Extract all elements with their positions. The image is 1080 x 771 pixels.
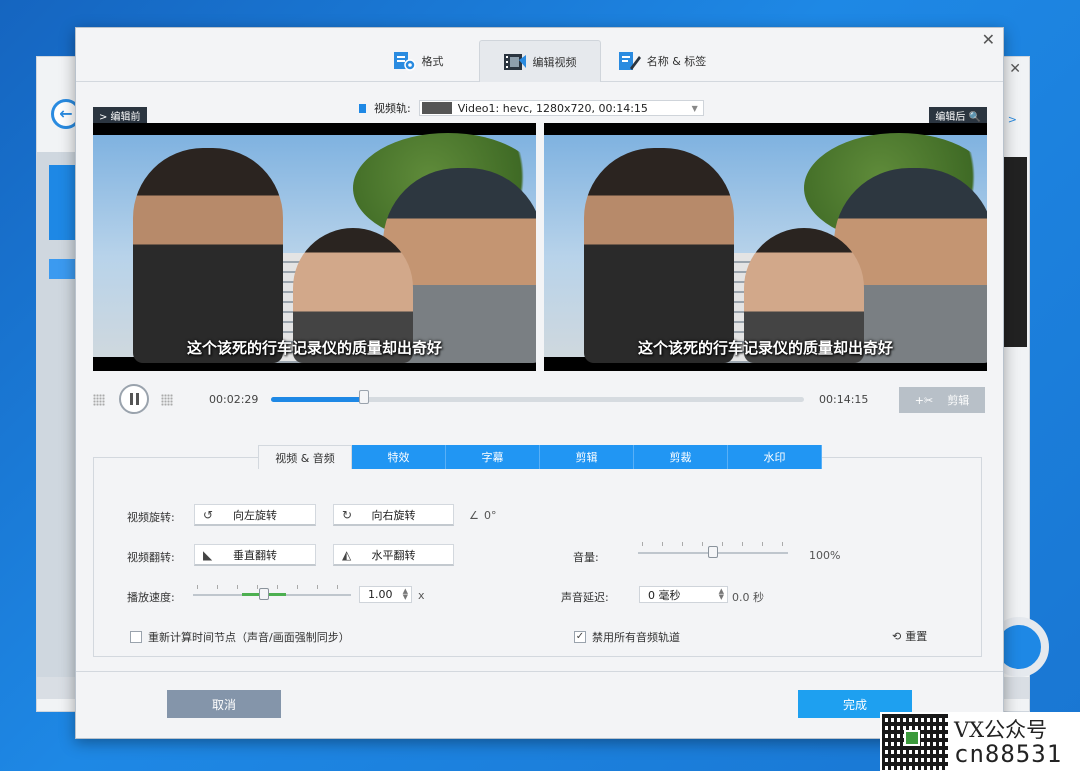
flip-vertical-icon: ◣: [203, 547, 213, 562]
tab-subtitles[interactable]: 字幕: [446, 445, 540, 469]
audio-delay-label: 声音延迟:: [561, 591, 609, 604]
format-settings-icon: [393, 52, 416, 71]
reset-button[interactable]: ⟲ 重置: [892, 628, 927, 644]
video-subtitle: 这个该死的行车记录仪的质量却出奇好: [637, 339, 893, 357]
rotate-left-label: 向左旋转: [233, 508, 277, 522]
edit-video-dialog: ✕ 格式 编辑视频 名称 & 标签 > 编辑前 视频轨: Video1: hev…: [75, 27, 1004, 739]
spinner-arrows-icon[interactable]: ▲ ▼: [403, 588, 408, 601]
speed-slider-ticks: [197, 585, 347, 589]
speed-unit: x: [418, 589, 425, 602]
speed-slider-handle[interactable]: [259, 588, 270, 600]
volume-slider-handle[interactable]: [708, 546, 718, 558]
pause-button[interactable]: [119, 384, 149, 414]
flip-vertical-label: 垂直翻转: [233, 548, 277, 562]
audio-delay-input[interactable]: 0 毫秒 ▲ ▼: [639, 586, 728, 603]
recalc-timestamps-checkbox[interactable]: 重新计算时间节点（声音/画面强制同步）: [130, 629, 350, 645]
scissors-icon: +✂: [914, 393, 934, 407]
background-preview: [1001, 157, 1027, 347]
reset-icon: ⟲: [892, 629, 902, 643]
rotate-left-button[interactable]: ↺ 向左旋转: [194, 504, 316, 526]
tab-edit-video-label: 编辑视频: [532, 55, 577, 69]
speed-input[interactable]: 1.00 ▲ ▼: [359, 586, 412, 603]
recalc-timestamps-label: 重新计算时间节点（声音/画面强制同步）: [148, 631, 350, 644]
video-subtitle: 这个该死的行车记录仪的质量却出奇好: [186, 339, 442, 357]
flip-horizontal-button[interactable]: ◭ 水平翻转: [333, 544, 454, 566]
progress-handle[interactable]: [358, 390, 369, 404]
tab-name-tags-label: 名称 & 标签: [646, 55, 707, 68]
drag-handle-icon[interactable]: [161, 394, 173, 406]
spinner-arrows-icon[interactable]: ▲ ▼: [719, 588, 724, 601]
preview-after: 这个该死的行车记录仪的质量却出奇好: [544, 123, 987, 371]
video-track-icon: [359, 103, 366, 113]
pause-icon: [129, 393, 133, 405]
tab-edit-video[interactable]: 编辑视频: [478, 40, 601, 82]
rotate-label: 视频旋转:: [127, 511, 175, 524]
background-close-icon[interactable]: ✕: [1009, 61, 1021, 77]
cut-button-label: 剪辑: [947, 394, 970, 407]
progress-bar[interactable]: [271, 390, 804, 404]
film-edit-icon: [503, 53, 526, 70]
total-time: 00:14:15: [819, 393, 869, 406]
audio-delay-seconds: 0.0 秒: [732, 591, 764, 604]
cancel-button[interactable]: 取消: [167, 690, 281, 718]
progress-fill: [271, 397, 364, 402]
flip-horizontal-icon: ◭: [342, 547, 352, 562]
tab-format-label: 格式: [421, 55, 444, 68]
preview-before: 这个该死的行车记录仪的质量却出奇好: [93, 123, 536, 371]
edit-tab-bar: 视频 & 音频 特效 字幕 剪辑 剪裁 水印: [258, 445, 822, 469]
video-track-value: Video1: hevc, 1280x720, 00:14:15: [457, 101, 648, 115]
disable-audio-checkbox[interactable]: ✓ 禁用所有音频轨道: [574, 629, 680, 645]
tab-crop[interactable]: 剪裁: [634, 445, 728, 469]
watermark: VX公众号 cn88531: [880, 712, 1080, 771]
rotation-angle: 0°: [484, 509, 497, 522]
tab-trim[interactable]: 剪辑: [540, 445, 634, 469]
speed-label: 播放速度:: [127, 591, 175, 604]
track-thumbnail: [421, 102, 452, 114]
tab-format[interactable]: 格式: [357, 40, 479, 82]
reset-label: 重置: [905, 630, 928, 643]
tag-edit-icon: [618, 52, 641, 70]
rotate-right-button[interactable]: ↻ 向右旋转: [333, 504, 454, 526]
tab-watermark[interactable]: 水印: [728, 445, 822, 469]
rotate-left-icon: ↺: [203, 507, 214, 522]
player-controls: 00:02:29 00:14:15 +✂ 剪辑: [93, 384, 986, 414]
pause-icon: [135, 393, 139, 405]
flip-vertical-button[interactable]: ◣ 垂直翻转: [194, 544, 316, 566]
footer-divider: [76, 671, 1003, 672]
video-frame-person: [584, 148, 734, 363]
qr-logo: [904, 730, 920, 746]
watermark-line-2: cn88531: [954, 740, 1063, 768]
angle-icon: ∠: [469, 509, 479, 522]
drag-handle-icon[interactable]: [93, 394, 105, 406]
rotate-right-icon: ↻: [342, 507, 353, 522]
speed-value: 1.00: [368, 588, 393, 601]
audio-delay-value: 0 毫秒: [648, 588, 681, 602]
dialog-tab-bar: 格式 编辑视频 名称 & 标签: [76, 40, 1003, 82]
flip-horizontal-label: 水平翻转: [371, 548, 416, 562]
current-time: 00:02:29: [209, 393, 259, 406]
video-frame-person: [133, 148, 283, 363]
volume-value: 100%: [809, 549, 841, 562]
chevron-down-icon: ▼: [691, 104, 698, 113]
tab-name-tags[interactable]: 名称 & 标签: [601, 40, 723, 82]
video-track-dropdown[interactable]: Video1: hevc, 1280x720, 00:14:15 ▼: [418, 100, 704, 116]
video-track-label: 视频轨:: [374, 102, 411, 115]
volume-label: 音量:: [573, 551, 599, 564]
disable-audio-label: 禁用所有音频轨道: [592, 631, 680, 644]
video-track-selector-row: 视频轨: Video1: hevc, 1280x720, 00:14:15 ▼: [359, 99, 704, 117]
rotate-right-label: 向右旋转: [371, 508, 416, 522]
flip-label: 视频翻转:: [127, 551, 175, 564]
cut-button[interactable]: +✂ 剪辑: [899, 387, 985, 413]
checkbox-box[interactable]: [130, 631, 142, 643]
tab-effects[interactable]: 特效: [352, 445, 446, 469]
tab-video-audio[interactable]: 视频 & 音频: [258, 445, 352, 469]
checkbox-box[interactable]: ✓: [574, 631, 586, 643]
